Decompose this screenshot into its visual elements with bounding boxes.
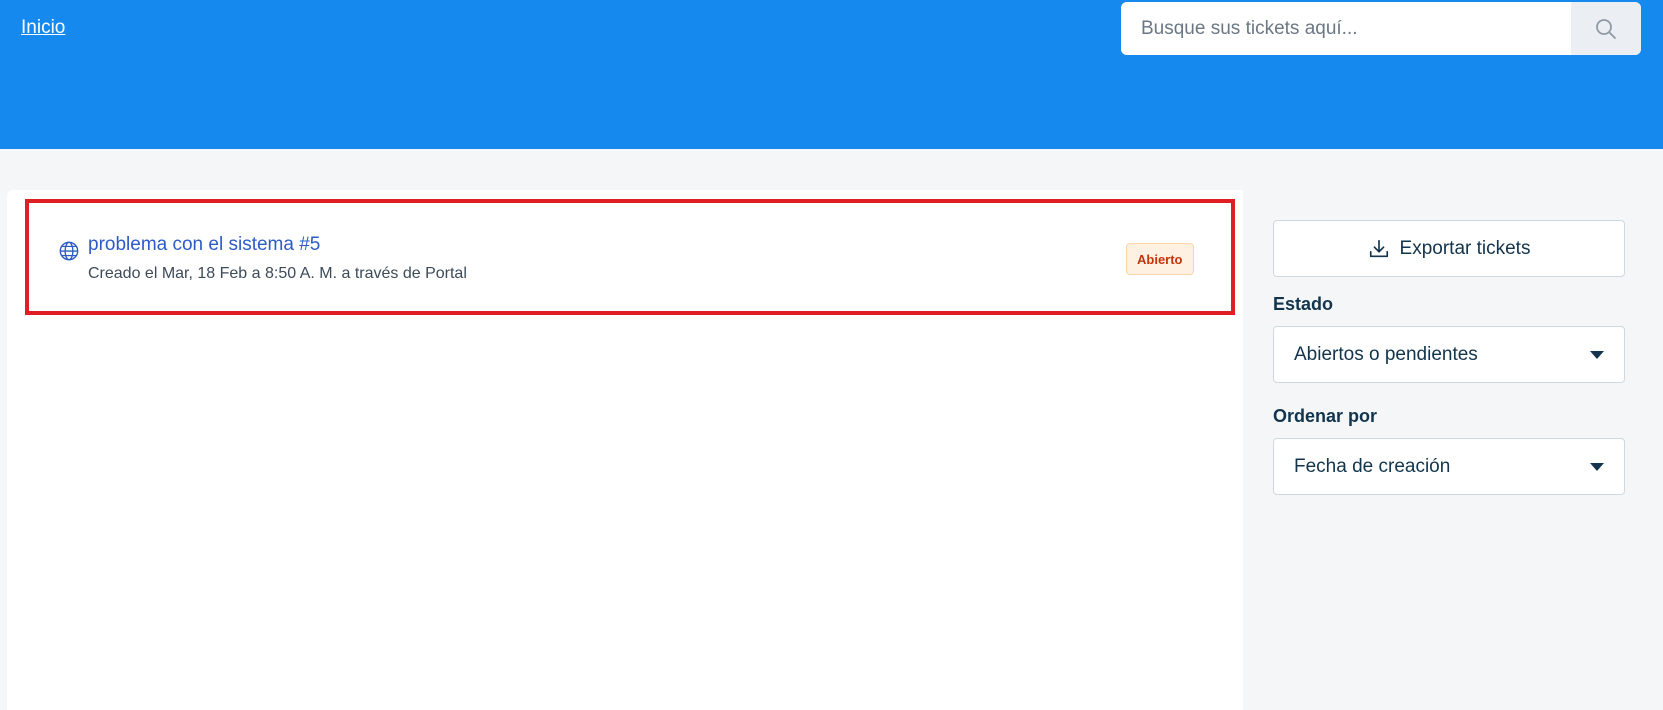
globe-icon	[59, 241, 79, 261]
sort-filter-value: Fecha de creación	[1294, 455, 1451, 477]
ticket-meta: Creado el Mar, 18 Feb a 8:50 A. M. a tra…	[88, 265, 467, 282]
sort-filter-select[interactable]: Fecha de creación	[1273, 438, 1625, 495]
status-filter-value: Abiertos o pendientes	[1294, 343, 1478, 365]
home-link[interactable]: Inicio	[21, 17, 65, 39]
sort-filter-label: Ordenar por	[1273, 406, 1378, 426]
chevron-down-icon	[1590, 462, 1604, 471]
ticket-search	[1121, 2, 1641, 55]
download-icon	[1369, 239, 1388, 257]
status-filter-select[interactable]: Abiertos o pendientes	[1273, 326, 1625, 383]
filter-sidebar: Exportar tickets Estado Abiertos o pendi…	[1243, 190, 1655, 710]
portal-header: Inicio	[0, 0, 1663, 149]
export-label: Exportar tickets	[1399, 237, 1531, 259]
ticket-row[interactable]: problema con el sistema #5 Creado el Mar…	[25, 199, 1235, 315]
search-icon	[1596, 18, 1616, 39]
search-button[interactable]	[1571, 2, 1641, 55]
ticket-title-link[interactable]: problema con el sistema #5	[88, 234, 320, 256]
status-badge: Abierto	[1126, 243, 1194, 275]
status-filter-label: Estado	[1273, 294, 1334, 314]
search-input[interactable]	[1121, 2, 1571, 55]
export-tickets-button[interactable]: Exportar tickets	[1273, 220, 1625, 277]
ticket-list: problema con el sistema #5 Creado el Mar…	[7, 190, 1243, 710]
chevron-down-icon	[1590, 350, 1604, 359]
